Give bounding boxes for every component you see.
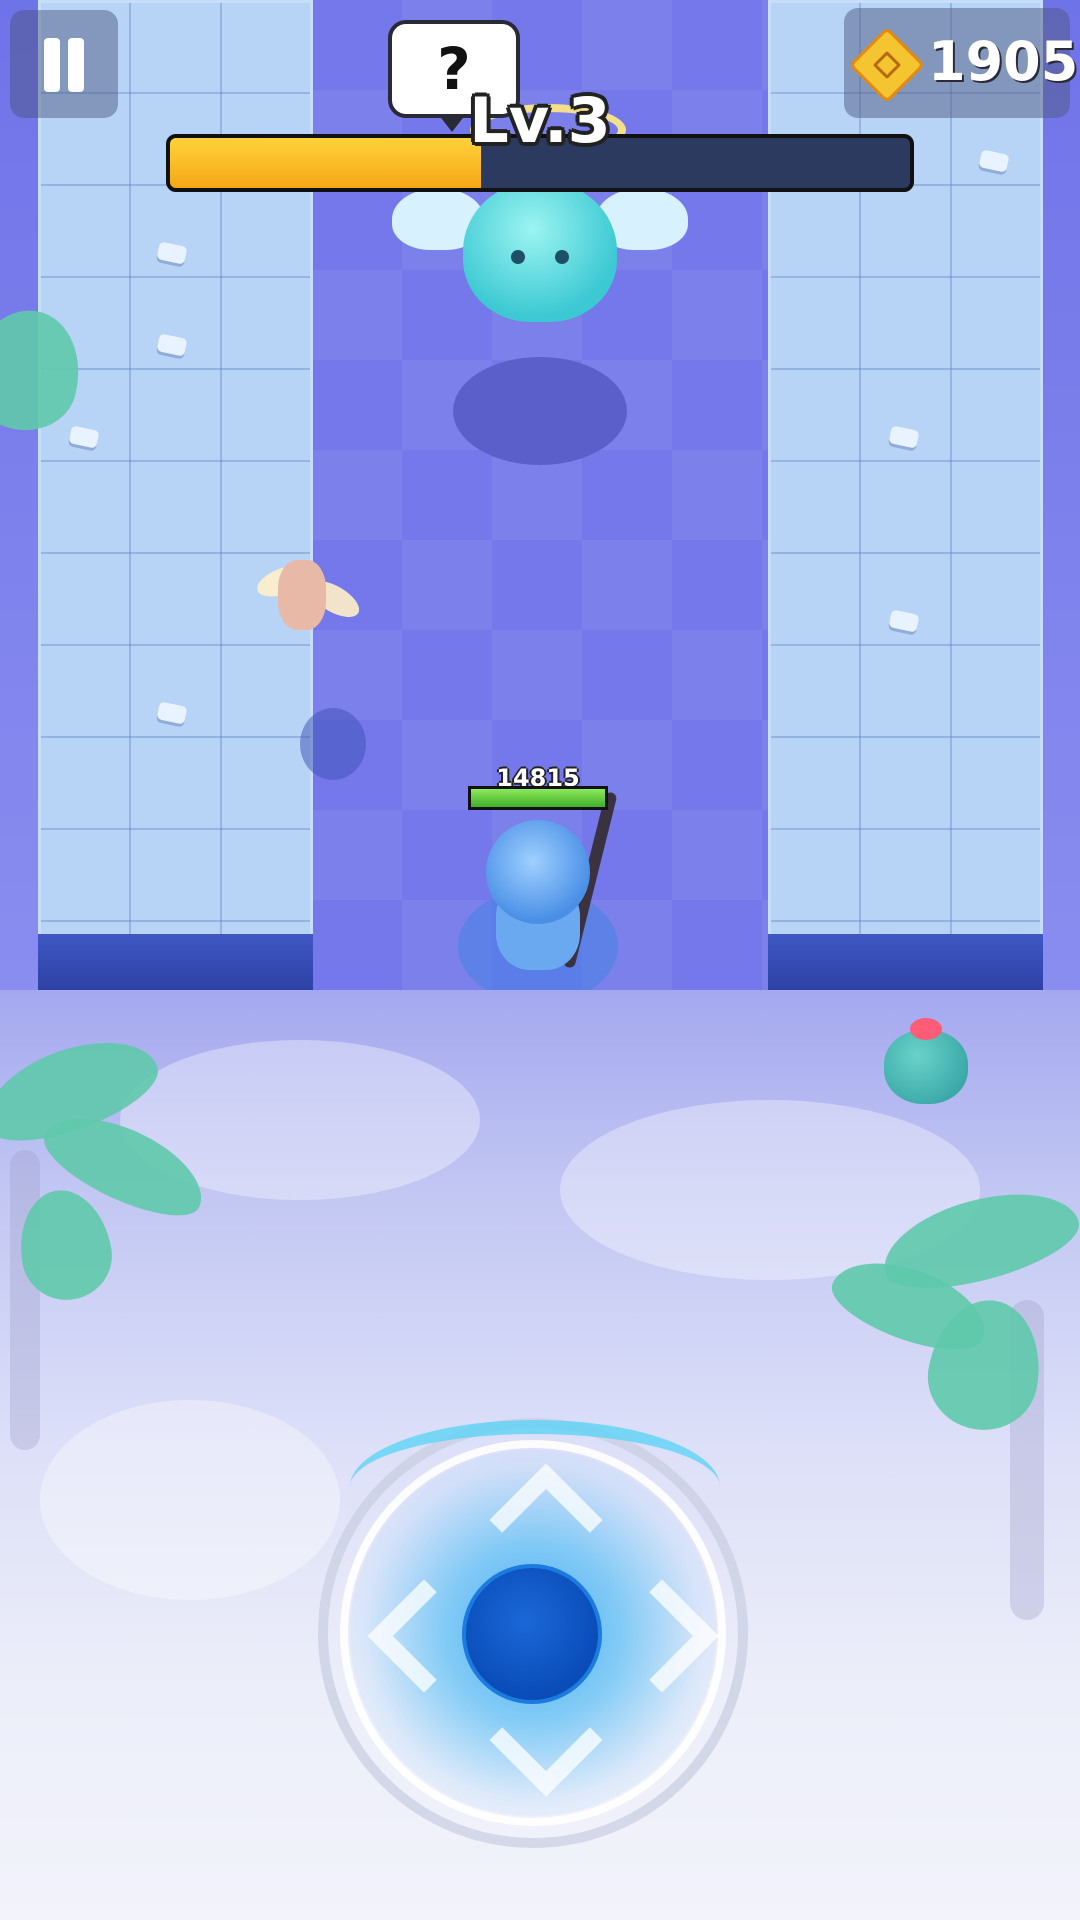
pause-icon bbox=[68, 38, 84, 92]
boss-eye bbox=[555, 250, 569, 264]
xp-progress-fill bbox=[170, 138, 481, 188]
pause-icon bbox=[44, 38, 60, 92]
pause-button[interactable] bbox=[10, 10, 118, 118]
level-label: Lv.3 bbox=[469, 84, 611, 157]
fog-cloud bbox=[40, 1400, 340, 1600]
boss-shadow-pit bbox=[453, 357, 627, 465]
palm-trunk bbox=[10, 1150, 40, 1450]
angel-ghost-boss bbox=[463, 180, 617, 322]
currency-value: 1905 bbox=[928, 30, 1079, 93]
joystick-knob[interactable] bbox=[462, 1564, 602, 1704]
cactus-flower bbox=[910, 1018, 942, 1040]
arrow-gem-icon bbox=[848, 26, 926, 104]
right-wall-base bbox=[768, 934, 1043, 996]
hero-wizard-hat bbox=[486, 820, 590, 924]
fairy-enemy bbox=[278, 560, 326, 630]
player-hp-fill bbox=[471, 789, 605, 807]
player-hp-bar bbox=[468, 786, 608, 810]
cactus-obstacle bbox=[884, 1030, 968, 1104]
currency-counter: 1905 bbox=[844, 8, 1078, 118]
enemy-shadow bbox=[300, 708, 366, 780]
left-wall-base bbox=[38, 934, 313, 996]
game-scene: ? Lv.3 1905 14815 bbox=[0, 0, 1080, 1920]
boss-eye bbox=[511, 250, 525, 264]
